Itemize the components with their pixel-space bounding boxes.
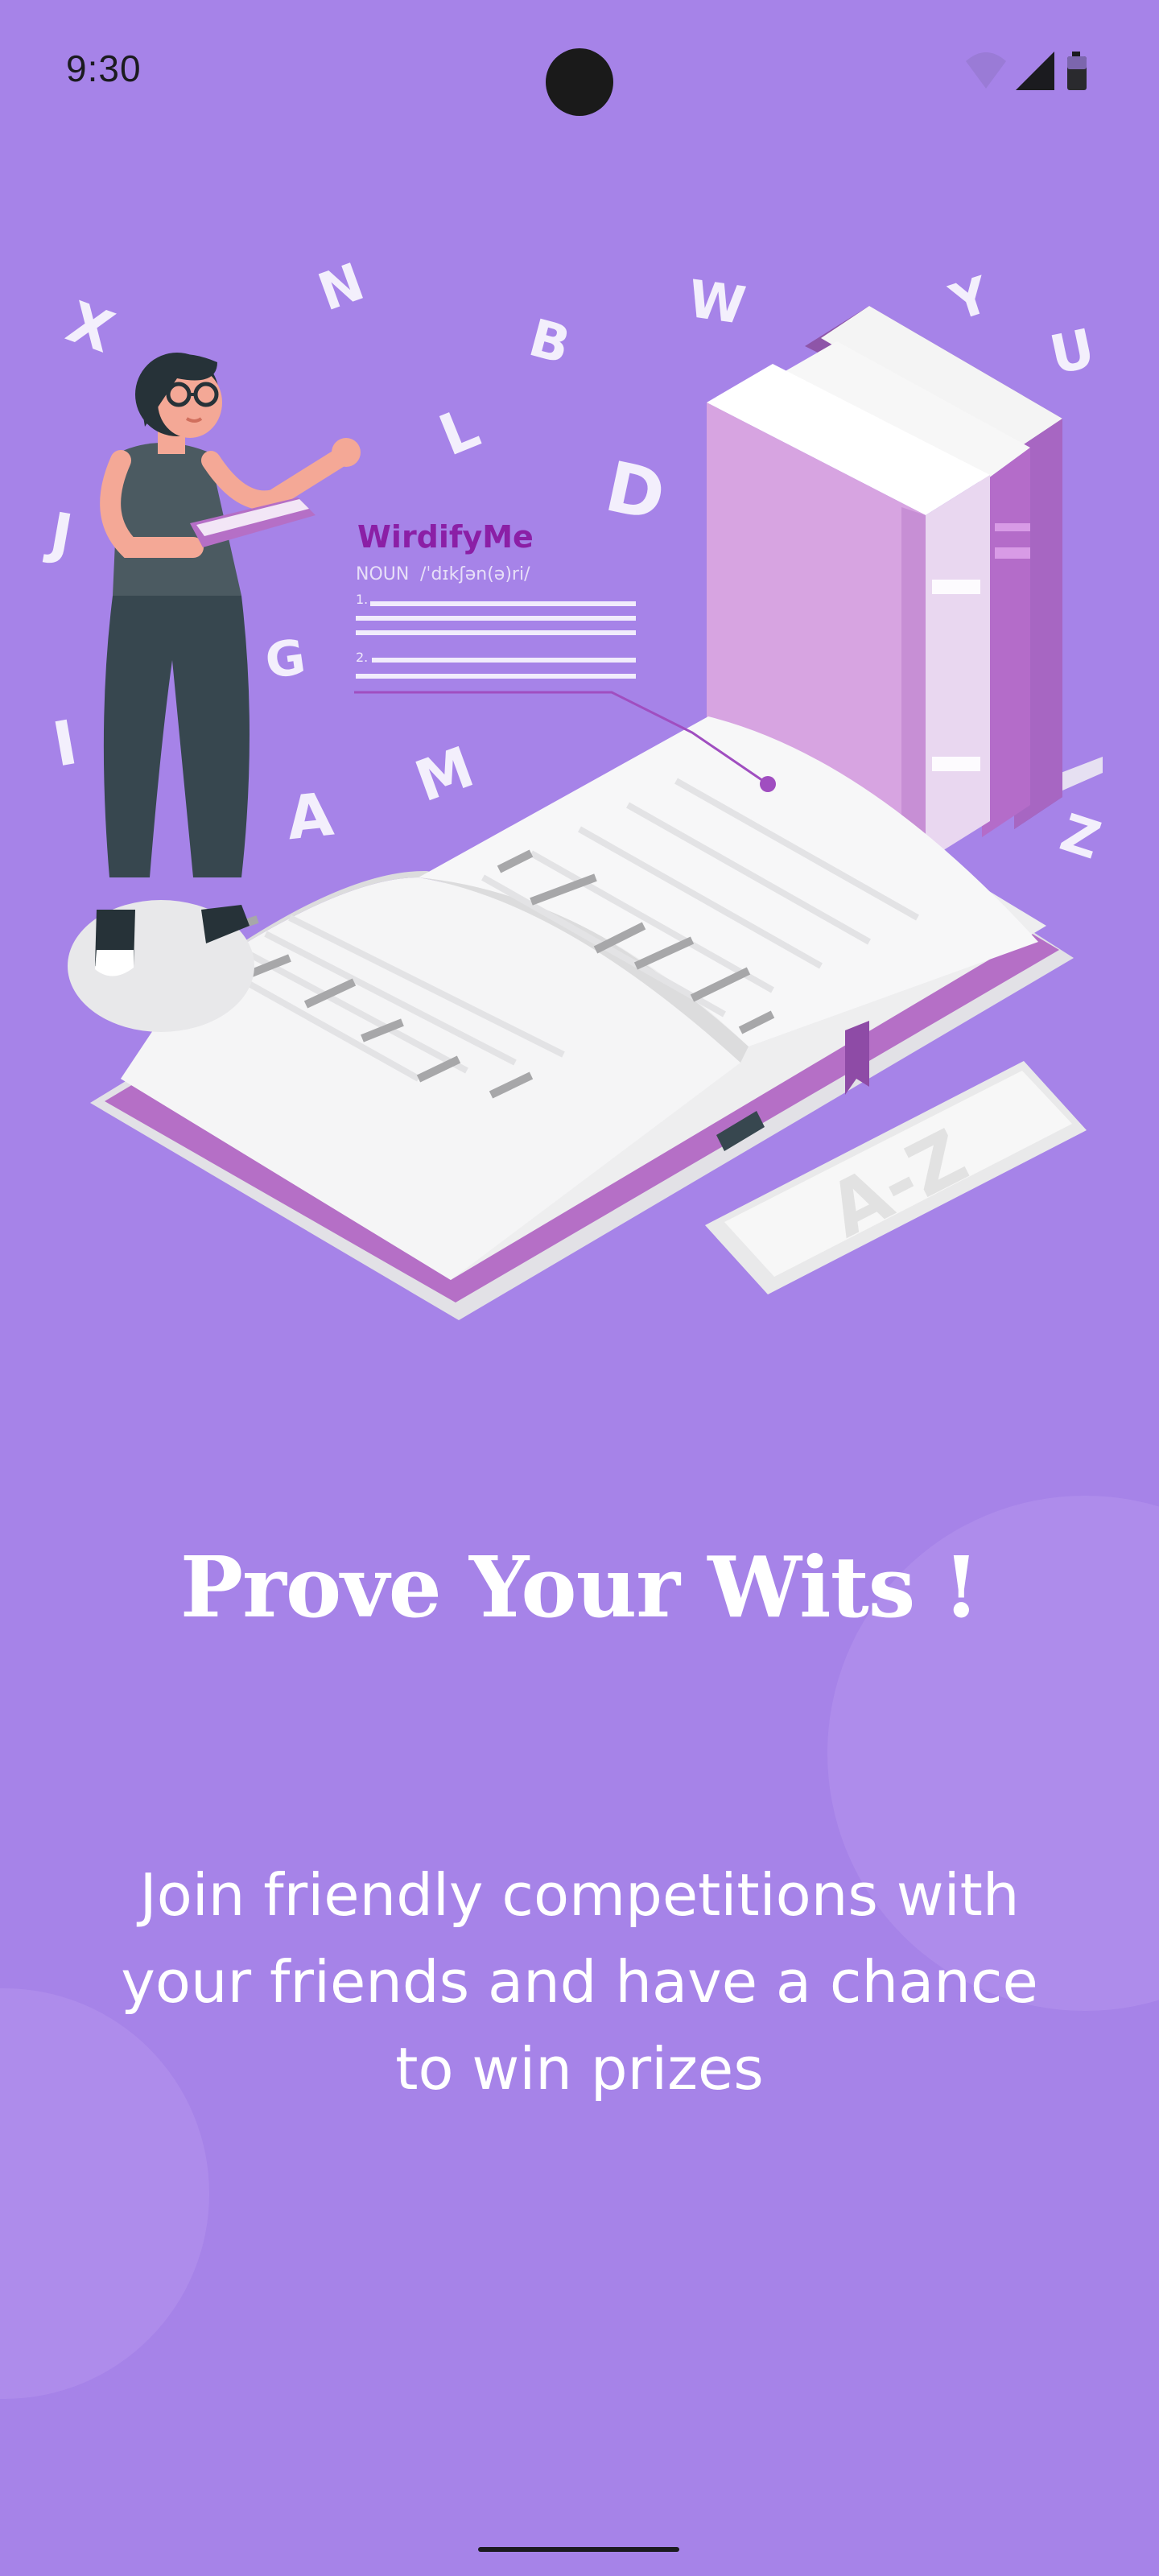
definition-card: WirdifyMe NOUN /ˈdɪkʃən(ə)ri/ 1. 2. [356, 519, 636, 679]
wifi-icon [966, 52, 1006, 89]
floating-letter-y: Y [942, 265, 996, 332]
onboarding-title: Prove Your Wits ! [179, 1538, 980, 1637]
floating-letter-x: X [59, 289, 122, 366]
floating-letter-b: B [523, 308, 576, 376]
dictionary-illustration: X N B W Y U J L D G I A M Z A-Z WirdifyM… [42, 252, 1107, 1320]
floating-letter-a: A [283, 780, 336, 854]
floating-letter-l: L [431, 394, 489, 469]
onboarding-description: Join friendly competitions with your fri… [121, 1861, 1038, 2103]
camera-cutout [546, 48, 613, 116]
floating-letter-d: D [599, 447, 672, 538]
definition-number-2: 2. [356, 650, 368, 665]
part-of-speech: NOUN [356, 564, 409, 584]
home-indicator[interactable] [478, 2547, 679, 2552]
floating-letter-i: I [47, 706, 82, 781]
floating-letter-w: W [684, 270, 749, 336]
status-time: 9:30 [66, 47, 142, 89]
status-icons [958, 47, 1103, 98]
floating-letter-g: G [262, 629, 309, 690]
floating-letter-z: Z [1054, 803, 1107, 872]
battery-icon [1067, 52, 1087, 90]
cellular-signal-icon [1016, 52, 1054, 90]
pronunciation: /ˈdɪkʃən(ə)ri/ [420, 564, 530, 584]
floating-letter-n: N [311, 252, 372, 323]
floating-letter-j: J [42, 499, 77, 568]
definition-number-1: 1. [356, 592, 368, 607]
dictionary-title: WirdifyMe [357, 519, 534, 555]
floating-letter-m: M [406, 733, 482, 815]
floating-letter-u: U [1045, 317, 1099, 386]
onboarding-screen: 9:30 X N B W Y U J L D G I A M Z A-Z Wir… [0, 0, 1159, 2576]
